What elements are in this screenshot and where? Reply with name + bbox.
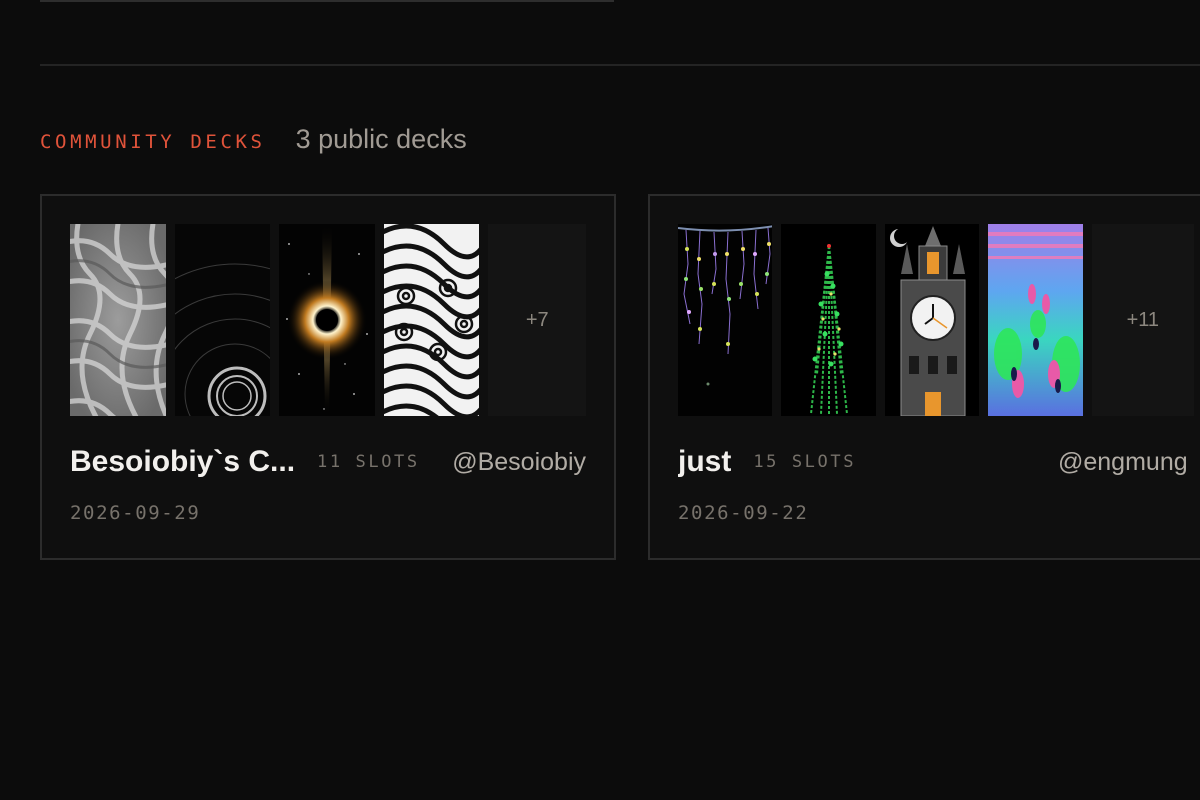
deck-thumbnails: +11 (678, 224, 1194, 416)
christmas-tree-thumbnail (781, 224, 876, 416)
deck-meta-row: Besoiobiy`s C... 11 SLOTS @Besoiobiy (70, 442, 586, 482)
ring-ripples-thumbnail (174, 224, 271, 416)
deck-date: 2026-09-22 (678, 502, 809, 524)
owner-handle[interactable]: @engmung (1058, 448, 1188, 477)
woven-lattice-thumbnail (70, 224, 166, 416)
neon-waves-thumbnail (988, 224, 1083, 416)
moire-spirals-thumbnail (383, 224, 480, 416)
black-hole-thumbnail (279, 224, 375, 416)
deck-date: 2026-09-29 (70, 502, 201, 524)
owner-handle[interactable]: @Besoiobiy (452, 448, 586, 477)
deck-name[interactable]: just (678, 445, 731, 479)
more-slots-tile[interactable]: +7 (488, 224, 587, 416)
deck-card[interactable]: +11 just 15 SLOTS @engmung 2026-09-22 (648, 194, 1200, 560)
deck-name[interactable]: Besoiobiy`s C... (70, 445, 295, 479)
slot-count: 15 SLOTS (753, 452, 857, 472)
string-lights-thumbnail (678, 224, 773, 416)
deck-card[interactable]: +7 Besoiobiy`s C... 11 SLOTS @Besoiobiy … (40, 194, 616, 560)
more-slots-tile[interactable]: +11 (1091, 224, 1194, 416)
slot-count: 11 SLOTS (317, 452, 420, 472)
previous-card-edge (40, 0, 614, 2)
deck-meta-row: just 15 SLOTS @engmung (678, 442, 1194, 482)
section-title: COMMUNITY DECKS (40, 131, 266, 153)
clock-tower-thumbnail (884, 224, 980, 416)
section-divider (40, 64, 1200, 66)
section-header: COMMUNITY DECKS 3 public decks (40, 124, 467, 160)
deck-thumbnails: +7 (70, 224, 587, 416)
deck-count: 3 public decks (295, 124, 467, 154)
